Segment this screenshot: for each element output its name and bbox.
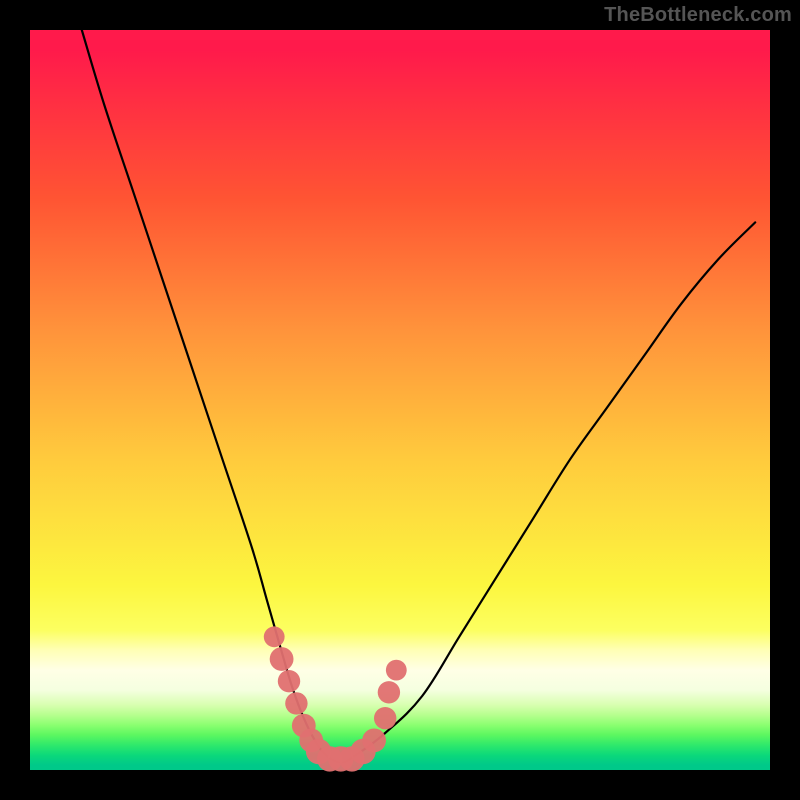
bottleneck-curve [82,30,755,763]
marker-dot [285,692,307,714]
marker-dot [270,647,294,671]
attribution-label: TheBottleneck.com [604,4,792,27]
marker-dot [362,729,386,753]
marker-dot [386,660,407,681]
marker-dot [374,707,396,729]
marker-dot [378,681,400,703]
marker-dot [278,670,300,692]
marker-dot [264,626,285,647]
outer-frame: TheBottleneck.com [0,0,800,800]
marker-cluster [264,626,407,771]
chart-overlay [30,30,770,770]
